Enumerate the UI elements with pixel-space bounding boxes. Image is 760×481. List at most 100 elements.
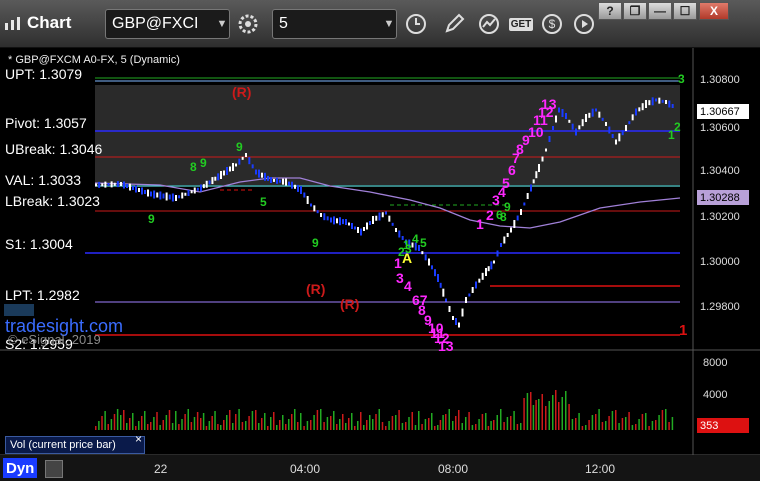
candle [581, 119, 584, 127]
candle [187, 190, 190, 196]
buy-setup-count: 2 [674, 120, 681, 134]
volume-bar [144, 411, 146, 430]
candle [442, 288, 445, 297]
candle [217, 173, 220, 181]
svg-text:$: $ [549, 17, 556, 31]
candle [196, 187, 199, 191]
candle [303, 192, 306, 198]
volume-bar [588, 420, 590, 430]
volume-bar [468, 412, 470, 430]
candle [141, 187, 143, 195]
price-button[interactable]: $ [538, 9, 566, 39]
candle [588, 112, 591, 118]
candle [285, 178, 287, 186]
symbol-select[interactable]: GBP@FXCI ▼ [105, 9, 230, 39]
minimize-button[interactable]: — [648, 2, 672, 20]
candle [323, 213, 326, 221]
candle [168, 194, 171, 200]
volume-bar [461, 423, 463, 430]
volume-bar [294, 409, 296, 430]
volume-bar [625, 417, 627, 430]
play-button[interactable] [570, 9, 598, 39]
candle [232, 163, 234, 171]
close-button[interactable]: X [699, 2, 729, 20]
volume-bar [558, 402, 560, 430]
candle [585, 114, 587, 122]
volume-bar [523, 398, 525, 430]
volume-bar [267, 426, 269, 430]
price-chart[interactable] [0, 48, 760, 481]
candle [431, 265, 433, 270]
time-axis-bg [0, 455, 760, 481]
volume-bar [251, 411, 254, 430]
volume-bar [414, 425, 417, 430]
restore-button[interactable]: ❐ [623, 2, 647, 20]
volume-bar [273, 412, 275, 430]
sell-setup-count: 3 [396, 270, 404, 286]
volume-bar [116, 409, 119, 430]
candle [598, 111, 601, 118]
time-tick: 04:00 [290, 462, 321, 476]
volume-bar [585, 425, 587, 430]
candle [378, 212, 381, 221]
dynamic-toggle[interactable]: Dyn [3, 458, 38, 478]
volume-bar [388, 421, 390, 430]
studies-button[interactable] [474, 9, 504, 39]
volume-bar [270, 417, 272, 430]
maximize-button[interactable]: ☐ [673, 2, 697, 20]
volume-bar [635, 424, 637, 430]
volume-bar [571, 419, 574, 430]
volume-bar [575, 418, 577, 430]
close-study-icon[interactable]: × [135, 432, 142, 446]
candle [282, 178, 284, 185]
volume-bar [187, 409, 189, 430]
volume-bar [205, 426, 208, 430]
get-button[interactable]: GET [506, 9, 536, 39]
time-button[interactable] [402, 9, 430, 39]
candle [135, 185, 137, 193]
volume-bar [316, 410, 319, 430]
volume-bar [405, 422, 407, 430]
volume-bar [645, 413, 647, 430]
settings-gear-button[interactable] [234, 9, 262, 39]
level-label-ubreak: UBreak: 1.3046 [5, 141, 103, 157]
volume-bar [241, 422, 244, 430]
price-tick: 1.30400 [700, 165, 740, 177]
volume-study-label[interactable]: Vol (current price bar) [5, 436, 145, 454]
interval-select[interactable]: 5 ▼ [272, 9, 397, 39]
price-tick: 1.30000 [700, 256, 740, 268]
volume-bar [506, 417, 509, 430]
candle [437, 274, 439, 282]
volume-bar [276, 425, 278, 430]
volume-bar [369, 415, 371, 430]
volume-bar [516, 424, 519, 430]
lock-icon[interactable] [45, 460, 63, 478]
volume-bar [147, 424, 149, 430]
candle [369, 221, 371, 225]
volume-bar [178, 424, 180, 430]
candle [388, 215, 391, 222]
candle [452, 316, 454, 320]
volume-bar [120, 415, 122, 430]
candle [645, 100, 647, 108]
volume-bar [150, 422, 152, 430]
candle [107, 183, 110, 186]
candle [120, 182, 122, 186]
volume-bar [538, 399, 540, 430]
chevron-down-icon: ▼ [216, 18, 228, 30]
candle [147, 189, 149, 197]
candle [631, 114, 634, 121]
candle [611, 134, 614, 138]
candle [190, 190, 193, 194]
volume-bar [168, 410, 171, 430]
volume-bar [455, 416, 457, 430]
help-button[interactable]: ? [598, 2, 622, 20]
candle [104, 181, 107, 188]
candle [655, 98, 657, 102]
volume-bar [581, 426, 584, 430]
volume-bar [493, 420, 495, 430]
draw-button[interactable] [440, 9, 468, 39]
volume-bar [220, 425, 222, 430]
volume-bar [196, 412, 199, 430]
candle [648, 100, 651, 106]
